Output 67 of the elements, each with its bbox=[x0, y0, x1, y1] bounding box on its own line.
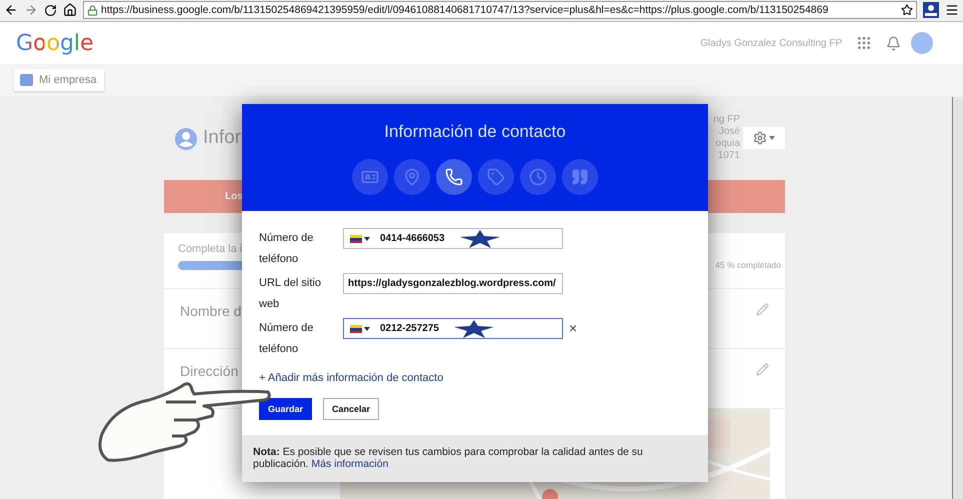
star-mark bbox=[460, 230, 500, 248]
phone-icon bbox=[445, 168, 463, 186]
url-text: https://business.google.com/b/113150254869421395959/edit/l/09461088140681710747/13?service=plus&hl=es&c=https://plus.google.com/b/113150254869 bbox=[101, 4, 828, 16]
reload-icon[interactable] bbox=[44, 4, 57, 17]
progress-label: Completa la i bbox=[178, 243, 244, 255]
card-tab[interactable] bbox=[352, 159, 388, 195]
remove-button[interactable]: × bbox=[569, 318, 578, 339]
address-line: 1071 bbox=[718, 150, 740, 162]
edit-icon[interactable] bbox=[756, 303, 769, 316]
phone-number-input[interactable]: 0212-257275 bbox=[380, 323, 448, 334]
phone-field[interactable]: 0212-257275 bbox=[343, 318, 563, 339]
progress-reading: 45 % completado bbox=[715, 260, 781, 270]
field-label: Número de teléfono bbox=[259, 231, 314, 267]
star-mark bbox=[454, 320, 494, 338]
cancel-button[interactable]: Cancelar bbox=[323, 398, 380, 420]
address-line: oquia bbox=[716, 138, 740, 150]
more-info-link[interactable]: Más información bbox=[311, 458, 388, 470]
extension-icon[interactable] bbox=[923, 2, 939, 18]
phone-tab[interactable] bbox=[436, 159, 472, 195]
profile-avatar[interactable] bbox=[911, 32, 933, 54]
caret-icon bbox=[364, 236, 370, 240]
field-label: Número de teléfono bbox=[259, 321, 314, 357]
add-contact-link[interactable]: + Añadir más información de contacto bbox=[259, 372, 691, 384]
clock-tab[interactable] bbox=[520, 159, 556, 195]
address-bar[interactable]: https://business.google.com/b/113150254869421395959/edit/l/09461088140681710747/13?service=plus&hl=es&c=https://plus.google.com/b/113150254869 bbox=[83, 1, 917, 20]
address-line: José bbox=[718, 126, 740, 138]
caret-icon bbox=[364, 326, 370, 330]
home-icon[interactable] bbox=[63, 3, 77, 18]
google-logo: Google bbox=[16, 30, 94, 56]
apps-icon[interactable] bbox=[856, 35, 872, 52]
field-label: URL del sitio web bbox=[259, 276, 322, 312]
account-name: Gladys Gonzalez Consulting FP bbox=[700, 38, 842, 49]
tag-tab[interactable] bbox=[478, 159, 514, 195]
map-pin-icon bbox=[403, 168, 421, 186]
back-icon[interactable] bbox=[4, 3, 18, 18]
flag-icon bbox=[350, 324, 362, 332]
forward-icon[interactable] bbox=[24, 3, 38, 18]
settings-icon bbox=[753, 131, 767, 145]
person-icon bbox=[175, 128, 197, 150]
dialog-title: Información de contacto bbox=[384, 122, 566, 142]
banner-text: Los bbox=[225, 191, 243, 202]
row-label: Dirección bbox=[180, 363, 238, 379]
flag-icon bbox=[350, 234, 362, 242]
page-title: Infor bbox=[203, 127, 242, 149]
scrollbar[interactable] bbox=[952, 97, 963, 499]
menu-icon[interactable] bbox=[945, 3, 959, 18]
review-note: Nota: Es posible que se revisen tus cambios para comprobar la calidad antes de su publicación. Más información bbox=[253, 446, 644, 470]
save-button[interactable]: Guardar bbox=[259, 398, 312, 420]
url-field[interactable]: https://gladysgonzalezblog.wordpress.com/ bbox=[343, 273, 563, 294]
settings-button[interactable] bbox=[743, 127, 785, 149]
my-business-button[interactable]: Mi empresa bbox=[14, 69, 104, 92]
url-input[interactable]: https://gladysgonzalezblog.wordpress.com/ bbox=[348, 278, 558, 289]
lock-icon bbox=[87, 4, 98, 16]
phone-field[interactable]: 0414-4666053 bbox=[343, 228, 563, 249]
caret-icon bbox=[769, 136, 775, 140]
quote-icon bbox=[571, 168, 589, 186]
place-tab[interactable] bbox=[394, 159, 430, 195]
address-line: ng FP bbox=[713, 114, 740, 126]
clock-icon bbox=[529, 168, 547, 186]
notifications-icon[interactable] bbox=[886, 36, 901, 51]
id-card-icon bbox=[361, 168, 379, 186]
edit-icon[interactable] bbox=[756, 363, 769, 376]
row-label: Nombre d bbox=[180, 303, 242, 319]
bookmark-star-icon[interactable] bbox=[901, 4, 913, 16]
phone-number-input[interactable]: 0414-4666053 bbox=[380, 233, 454, 244]
quote-tab[interactable] bbox=[562, 159, 598, 195]
tag-icon bbox=[487, 168, 505, 186]
